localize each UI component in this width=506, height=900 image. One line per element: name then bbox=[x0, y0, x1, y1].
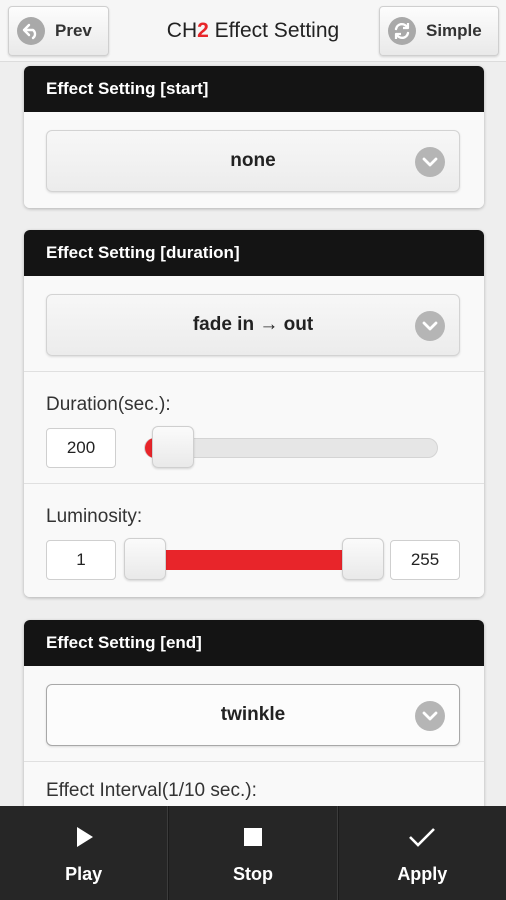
effect-end-value: twinkle bbox=[220, 704, 286, 725]
title-suffix: Effect Setting bbox=[208, 19, 340, 42]
luminosity-max-thumb[interactable] bbox=[342, 538, 384, 580]
effect-duration-value: fade in → out bbox=[192, 314, 314, 335]
back-arrow-icon bbox=[17, 17, 45, 45]
effect-start-select[interactable]: none bbox=[46, 130, 460, 192]
top-bar: Prev CH 2 Effect Setting Simple bbox=[0, 0, 506, 62]
chevron-down-icon bbox=[415, 147, 445, 177]
luminosity-max-input[interactable]: 255 bbox=[390, 540, 460, 580]
duration-input[interactable]: 200 bbox=[46, 428, 116, 468]
play-icon bbox=[74, 822, 94, 852]
apply-button[interactable]: Apply bbox=[337, 806, 506, 900]
effect-duration-panel: Effect Setting [duration] fade in → out … bbox=[24, 230, 484, 597]
bottom-action-bar: Play Stop Apply bbox=[0, 806, 506, 900]
effect-duration-select[interactable]: fade in → out bbox=[46, 294, 460, 356]
effect-duration-select-row: fade in → out bbox=[24, 276, 484, 372]
effect-start-value: none bbox=[230, 150, 276, 171]
prev-button[interactable]: Prev bbox=[8, 6, 109, 56]
chevron-down-icon bbox=[415, 701, 445, 731]
luminosity-range-fill bbox=[164, 550, 344, 570]
luminosity-min-thumb[interactable] bbox=[124, 538, 166, 580]
effect-duration-title: Effect Setting [duration] bbox=[24, 230, 484, 276]
stop-icon bbox=[243, 822, 263, 852]
checkmark-icon bbox=[408, 822, 436, 852]
duration-label: Duration(sec.): bbox=[46, 394, 171, 415]
effect-end-panel: Effect Setting [end] twinkle Effect Inte… bbox=[24, 620, 484, 820]
stop-label: Stop bbox=[232, 863, 273, 884]
effect-end-title: Effect Setting [end] bbox=[24, 620, 484, 666]
simple-button[interactable]: Simple bbox=[379, 6, 499, 56]
refresh-icon bbox=[388, 17, 416, 45]
play-button[interactable]: Play bbox=[0, 806, 169, 900]
effect-start-row: none bbox=[24, 112, 484, 208]
apply-label: Apply bbox=[397, 863, 448, 884]
luminosity-row: Luminosity: 1 255 bbox=[24, 484, 484, 597]
title-channel: 2 bbox=[197, 19, 209, 42]
effect-end-select-row: twinkle bbox=[24, 666, 484, 762]
effect-start-panel: Effect Setting [start] none bbox=[24, 66, 484, 208]
prev-label: Prev bbox=[55, 21, 92, 40]
duration-slider-thumb[interactable] bbox=[152, 426, 194, 468]
luminosity-label: Luminosity: bbox=[46, 506, 143, 527]
stop-button[interactable]: Stop bbox=[168, 806, 338, 900]
duration-row: Duration(sec.): 200 bbox=[24, 372, 484, 484]
interval-label: Effect Interval(1/10 sec.): bbox=[46, 780, 257, 801]
play-label: Play bbox=[65, 863, 103, 884]
simple-label: Simple bbox=[426, 21, 482, 40]
chevron-down-icon bbox=[415, 311, 445, 341]
effect-end-select[interactable]: twinkle bbox=[46, 684, 460, 746]
title-prefix: CH bbox=[166, 19, 198, 42]
effect-start-title: Effect Setting [start] bbox=[24, 66, 484, 112]
luminosity-min-input[interactable]: 1 bbox=[46, 540, 116, 580]
